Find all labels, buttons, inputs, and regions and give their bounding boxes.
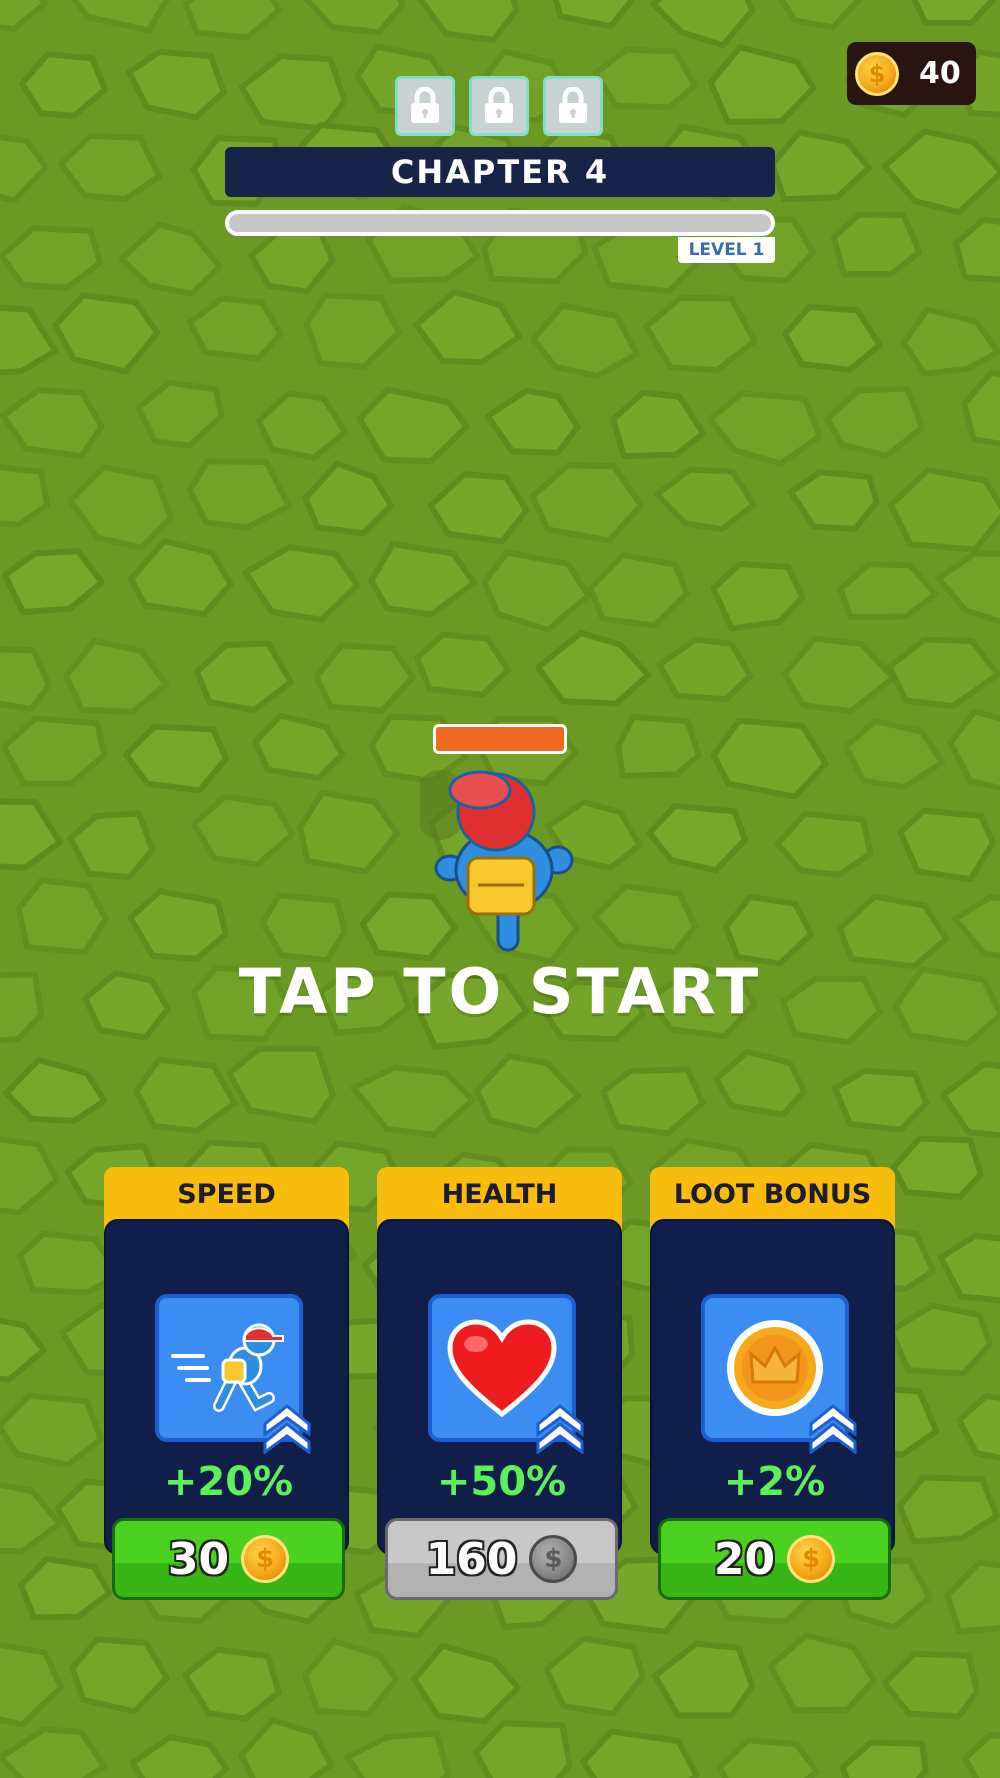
coin-counter: $ 40 xyxy=(847,42,976,105)
ground-stone-tile xyxy=(0,1392,104,1468)
chapter-progress-bar xyxy=(225,210,775,236)
player-character[interactable] xyxy=(420,760,580,960)
lock-icon xyxy=(395,76,455,136)
tap-to-start-prompt[interactable]: TAP TO START xyxy=(0,955,1000,1028)
ground-stone-tile xyxy=(897,807,997,883)
upgrade-card-speed: SPEED +20% 30 $ xyxy=(104,1167,349,1600)
chevron-up-icon xyxy=(536,1404,584,1454)
upgrade-card-body: +20% 30 $ xyxy=(104,1219,349,1600)
upgrade-card-body: +2% 20 $ xyxy=(650,1219,895,1600)
upgrade-price: 20 xyxy=(713,1533,776,1585)
health-upgrade-icon-box xyxy=(428,1294,584,1454)
gold-coin-icon: $ xyxy=(787,1535,836,1583)
gold-coin-icon: $ xyxy=(855,51,899,96)
chevron-up-icon xyxy=(809,1404,857,1454)
ground-stone-tile xyxy=(830,211,923,278)
lock-icon xyxy=(543,76,603,136)
chapter-title: CHAPTER 4 xyxy=(225,147,775,197)
speed-upgrade-icon-box xyxy=(155,1294,311,1454)
ground-stone-tile xyxy=(710,717,829,800)
player-health-fill xyxy=(436,727,564,751)
ground-stone-tile xyxy=(832,1067,930,1133)
upgrade-card-body: +50% 160 $ xyxy=(377,1219,622,1600)
gold-coin-icon: $ xyxy=(241,1535,290,1583)
buy-loot-bonus-button[interactable]: 20 $ xyxy=(658,1518,891,1600)
upgrade-price: 30 xyxy=(167,1533,230,1585)
level-label: LEVEL 1 xyxy=(678,237,775,263)
ground-stone-tile xyxy=(592,46,698,111)
upgrade-bonus: +50% xyxy=(436,1459,567,1505)
chevron-up-icon xyxy=(263,1404,311,1454)
gray-coin-icon: $ xyxy=(529,1535,578,1583)
ground-stone-tile xyxy=(615,713,702,779)
lock-icon xyxy=(469,76,529,136)
upgrade-card-loot-bonus: LOOT BONUS +2% 20 $ xyxy=(650,1167,895,1600)
upgrade-bonus: +20% xyxy=(163,1459,294,1505)
player-health-bar xyxy=(433,724,567,754)
upgrade-bonus: +2% xyxy=(723,1459,826,1505)
ground-stone-tile xyxy=(15,877,109,956)
buy-health-button[interactable]: 160 $ xyxy=(385,1518,618,1600)
loot-upgrade-icon-box xyxy=(701,1294,857,1454)
buy-speed-button[interactable]: 30 $ xyxy=(112,1518,345,1600)
upgrade-price: 160 xyxy=(425,1533,518,1585)
coin-count: 40 xyxy=(919,56,961,91)
upgrade-card-health: HEALTH +50% 160 $ xyxy=(377,1167,622,1600)
chapter-locks xyxy=(395,76,603,136)
